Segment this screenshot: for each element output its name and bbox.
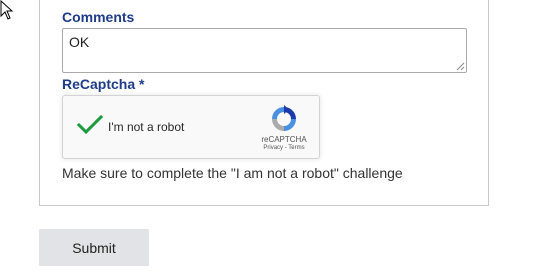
comments-label: Comments [62, 9, 135, 25]
recaptcha-brand: reCAPTCHA [261, 135, 307, 144]
page: Comments OK ReCaptcha * I'm not a robot … [0, 0, 555, 280]
recaptcha-label: ReCaptcha * [62, 76, 145, 92]
recaptcha-hint: Make sure to complete the "I am not a ro… [62, 165, 403, 181]
resize-grip-icon[interactable] [456, 62, 465, 71]
comments-field[interactable]: OK [62, 28, 467, 73]
submit-button[interactable]: Submit [39, 229, 149, 266]
recaptcha-checkbox-label: I'm not a robot [108, 120, 185, 134]
checkmark-icon[interactable] [77, 114, 103, 136]
recaptcha-widget: I'm not a robot reCAPTCHA Privacy - Term… [62, 95, 320, 159]
recaptcha-logo-icon [272, 105, 296, 131]
recaptcha-privacy-terms-link[interactable]: Privacy - Terms [239, 145, 329, 151]
mouse-cursor-icon [0, 0, 14, 20]
